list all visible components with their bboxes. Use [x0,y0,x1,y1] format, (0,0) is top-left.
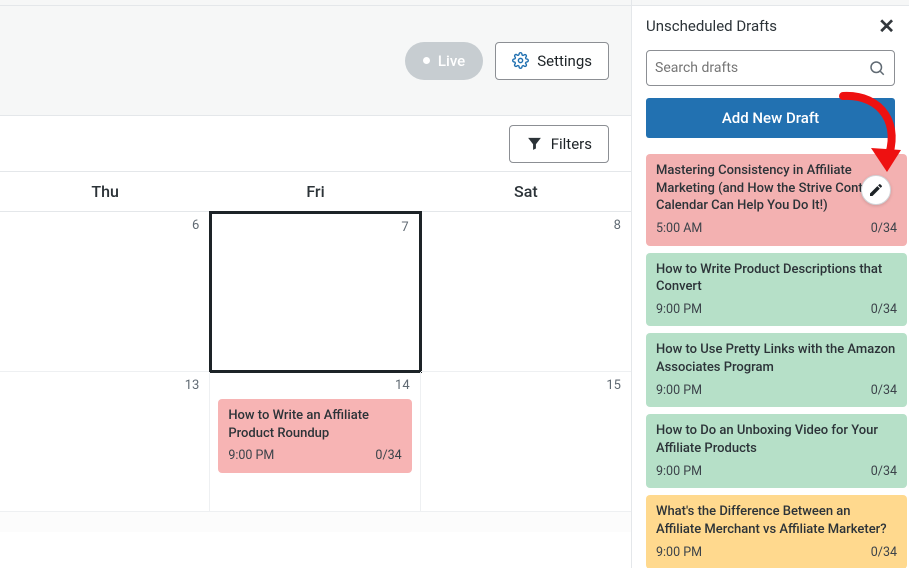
funnel-icon [526,135,543,152]
gear-icon [512,52,529,69]
event-title: How to Write an Affiliate Product Roundu… [228,407,401,442]
edit-icon [868,182,884,198]
filter-bar: Filters [0,116,631,172]
draft-title: What's the Difference Between an Affilia… [656,503,897,538]
draft-title: How to Use Pretty Links with the Amazon … [656,341,897,376]
close-icon[interactable]: ✕ [878,16,895,36]
draft-card[interactable]: How to Do an Unboxing Video for Your Aff… [646,414,907,488]
calendar-cell[interactable]: 6 [0,212,210,372]
day-number: 8 [429,218,623,233]
top-toolbar: Live Settings [0,6,631,116]
drafts-list[interactable]: Mastering Consistency in Affiliate Marke… [632,150,909,568]
calendar-cell-today[interactable]: 7 [209,211,421,373]
calendar-grid: Thu Fri Sat 6 7 8 13 14 [0,172,631,568]
draft-count: 0/34 [871,383,897,400]
settings-button[interactable]: Settings [495,42,609,80]
live-label: Live [438,52,465,70]
status-dot-icon [423,57,430,64]
day-header: Fri [210,172,420,211]
calendar-event[interactable]: How to Write an Affiliate Product Roundu… [218,399,411,473]
draft-card[interactable]: What's the Difference Between an Affilia… [646,495,907,568]
day-number: 6 [8,218,201,233]
search-icon[interactable] [868,59,886,77]
calendar-cell[interactable]: 14 How to Write an Affiliate Product Rou… [210,372,420,512]
draft-count: 0/34 [871,464,897,481]
filters-label: Filters [551,135,592,153]
draft-time: 9:00 PM [656,383,702,400]
calendar-cell[interactable]: 13 [0,372,210,512]
live-toggle[interactable]: Live [405,42,483,80]
search-drafts-field[interactable] [646,50,895,86]
event-count: 0/34 [375,448,401,465]
day-number: 13 [8,378,201,393]
draft-card[interactable]: How to Use Pretty Links with the Amazon … [646,333,907,407]
draft-title: How to Do an Unboxing Video for Your Aff… [656,422,897,457]
draft-time: 9:00 PM [656,464,702,481]
filters-button[interactable]: Filters [509,125,609,163]
drafts-panel: Unscheduled Drafts ✕ Add New Draft Maste… [632,0,909,568]
draft-time: 5:00 AM [656,221,702,238]
calendar-cell[interactable]: 15 [421,372,631,512]
calendar-cell[interactable]: 8 [421,212,631,372]
draft-card[interactable]: How to Write Product Descriptions that C… [646,253,907,327]
draft-title: How to Write Product Descriptions that C… [656,261,897,296]
edit-draft-button[interactable] [861,175,891,205]
day-number: 7 [220,220,410,235]
add-draft-button[interactable]: Add New Draft [646,98,895,138]
event-time: 9:00 PM [228,448,274,465]
search-input[interactable] [655,60,868,76]
draft-count: 0/34 [871,221,897,238]
day-number: 15 [429,378,623,393]
day-header: Sat [421,172,631,211]
day-number: 14 [218,378,411,393]
draft-time: 9:00 PM [656,302,702,319]
draft-count: 0/34 [871,302,897,319]
day-header: Thu [0,172,210,211]
draft-count: 0/34 [871,545,897,562]
settings-label: Settings [537,52,592,70]
panel-heading: Unscheduled Drafts [646,17,777,35]
draft-time: 9:00 PM [656,545,702,562]
